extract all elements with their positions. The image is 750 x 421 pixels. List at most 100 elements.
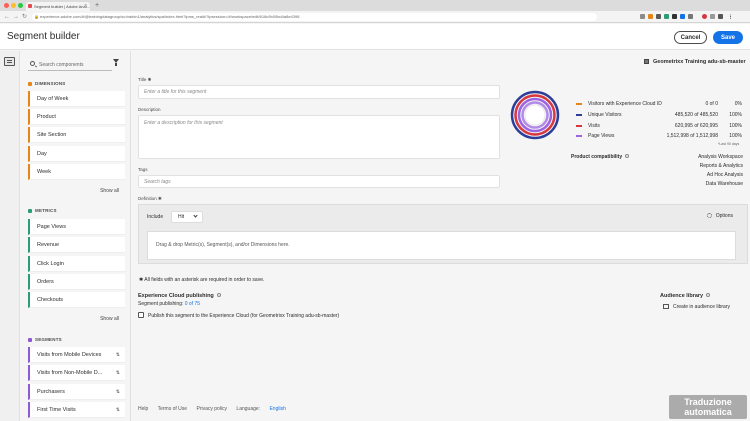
language-link[interactable]: English	[269, 406, 285, 412]
description-input[interactable]	[138, 115, 500, 159]
lock-icon: 🔒	[34, 14, 39, 19]
legend-row: Page Views 1,512,998 of 1,512,998 100%	[576, 132, 744, 140]
legend-row: Visitors with Experience Cloud ID 0 of 0…	[576, 100, 744, 108]
url-field[interactable]: 🔒 experience.adobe.com/#/@trainingdatagr…	[32, 13, 597, 21]
info-icon[interactable]	[706, 293, 711, 297]
info-icon[interactable]	[216, 293, 221, 297]
dimension-item[interactable]: Day of Week	[28, 91, 125, 107]
browser-tab-bar: Segment builder | Adobe Anal... × +	[0, 0, 750, 11]
forward-icon[interactable]: →	[13, 13, 19, 21]
footer: Help Terms of Use Privacy policy Languag…	[138, 406, 302, 412]
metrics-show-all-link[interactable]: Show all	[100, 316, 119, 322]
legend-swatch	[576, 125, 582, 127]
help-link[interactable]: Help	[138, 406, 148, 412]
minimize-window-icon[interactable]	[11, 3, 16, 8]
dimension-item[interactable]: Product	[28, 109, 125, 125]
close-window-icon[interactable]	[4, 3, 9, 8]
cancel-button[interactable]: Cancel	[674, 31, 707, 44]
terms-of-use-link[interactable]: Terms of Use	[158, 406, 187, 412]
reload-icon[interactable]: ↻	[22, 13, 27, 21]
language-label: Language: English	[236, 406, 286, 412]
dimensions-show-all-link[interactable]: Show all	[100, 188, 119, 194]
left-rail	[0, 51, 20, 421]
metrics-header: METRICS	[28, 208, 57, 213]
extension-icon[interactable]	[718, 14, 723, 19]
maximize-window-icon[interactable]	[18, 3, 23, 8]
segment-item-label: Visits from Non-Mobile D...	[37, 370, 103, 376]
components-panel-icon[interactable]	[4, 57, 15, 66]
address-bar: ← → ↻ 🔒 experience.adobe.com/#/@training…	[0, 11, 750, 23]
include-dropdown[interactable]: Hit	[171, 211, 203, 223]
new-tab-icon[interactable]: +	[95, 2, 99, 10]
dimensions-header: DIMENSIONS	[28, 81, 66, 86]
dimension-item[interactable]: Week	[28, 164, 125, 180]
dimension-item[interactable]: Day	[28, 146, 125, 162]
gear-icon	[706, 213, 712, 218]
segment-editor: Title ✱ Description Tags Definition ✱ In…	[132, 51, 750, 421]
title-input[interactable]	[138, 85, 500, 99]
extension-icon[interactable]	[688, 14, 693, 19]
description-label: Description	[138, 107, 161, 112]
browser-menu-icon[interactable]	[730, 14, 732, 19]
required-fields-note: ✱ All fields with an asterisk are requir…	[139, 277, 265, 283]
last-90-days-note: *Last 90 days	[718, 142, 740, 146]
metric-item[interactable]: Checkouts	[28, 292, 125, 308]
report-suite-icon	[644, 59, 649, 64]
extension-icon[interactable]	[680, 14, 685, 19]
metric-item[interactable]: Revenue	[28, 237, 125, 253]
dimension-item[interactable]: Site Section	[28, 127, 125, 143]
metric-icon	[28, 208, 32, 213]
filter-icon[interactable]	[113, 59, 119, 66]
adobe-favicon-icon	[28, 4, 32, 8]
search-input[interactable]	[39, 60, 109, 69]
url-text: experience.adobe.com/#/@trainingdatagrou…	[40, 14, 300, 19]
privacy-policy-link[interactable]: Privacy policy	[196, 406, 227, 412]
close-tab-icon[interactable]: ×	[84, 2, 87, 11]
product-compat-item: Data Warehouse	[705, 181, 743, 187]
info-icon[interactable]	[625, 154, 630, 158]
product-compatibility-title: Product compatibility	[571, 154, 630, 160]
definition-label: Definition ✱	[138, 196, 162, 201]
extension-icon[interactable]	[656, 14, 661, 19]
segment-item[interactable]: Purchasers ⇅	[28, 384, 125, 400]
segment-item[interactable]: Visits from Non-Mobile D... ⇅	[28, 365, 125, 381]
create-in-audience-library-link[interactable]: Create in audience library	[663, 304, 730, 310]
extension-icon[interactable]	[672, 14, 677, 19]
share-icon: ⇅	[115, 352, 120, 358]
segment-item[interactable]: Visits from Mobile Devices ⇅	[28, 347, 125, 363]
components-panel: DIMENSIONS Day of Week Product Site Sect…	[21, 51, 131, 421]
tags-input[interactable]	[138, 175, 500, 188]
metric-item[interactable]: Orders	[28, 274, 125, 290]
dimension-icon	[28, 81, 32, 86]
page-title: Segment builder	[7, 31, 80, 42]
publish-checkbox[interactable]	[138, 312, 144, 318]
extension-icon[interactable]	[664, 14, 669, 19]
search-icon	[30, 61, 35, 66]
metric-item[interactable]: Click Login	[28, 256, 125, 272]
extension-icon[interactable]	[648, 14, 653, 19]
metric-item[interactable]: Page Views	[28, 219, 125, 235]
extension-icon[interactable]	[640, 14, 645, 19]
publish-checkbox-label[interactable]: Publish this segment to the Experience C…	[148, 313, 339, 319]
browser-tab-title: Segment builder | Adobe Anal...	[34, 4, 90, 9]
legend-swatch	[576, 135, 582, 137]
back-icon[interactable]: ←	[4, 13, 10, 21]
segment-item[interactable]: First Time Visits ⇅	[28, 402, 125, 418]
definition-dropzone[interactable]: Drag & drop Metric(s), Segment(s), and/o…	[147, 231, 736, 260]
profile-avatar-icon[interactable]	[702, 14, 707, 19]
legend-row: Visits 620,995 of 620,995 100%	[576, 122, 744, 130]
share-icon: ⇅	[115, 370, 120, 376]
component-search	[28, 58, 112, 71]
audience-library-title: Audience library	[660, 293, 711, 299]
title-label: Title ✱	[138, 77, 152, 82]
translation-watermark: Traduzione automatica	[669, 395, 747, 419]
extension-icon[interactable]	[710, 14, 715, 19]
options-button[interactable]: Options	[706, 213, 733, 219]
browser-tab[interactable]: Segment builder | Adobe Anal... ×	[26, 2, 90, 11]
share-icon: ⇅	[115, 389, 120, 395]
segments-header: SEGMENTS	[28, 337, 62, 342]
audience-library-icon	[663, 304, 669, 309]
save-button[interactable]: Save	[713, 31, 743, 44]
report-suite-selector[interactable]: Geometrixx Training adu-sb-master	[644, 59, 746, 65]
ring-center	[524, 104, 546, 126]
